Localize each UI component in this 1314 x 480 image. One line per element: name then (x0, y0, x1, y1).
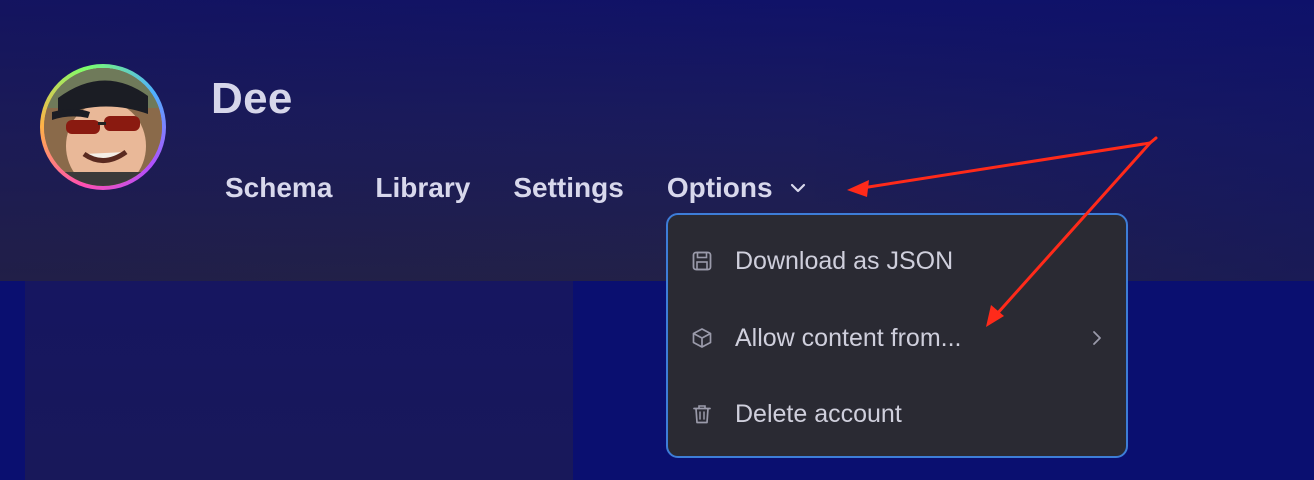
save-icon (692, 251, 712, 271)
menu-item-download-json[interactable]: Download as JSON (668, 241, 1126, 281)
menu-item-label: Download as JSON (735, 246, 954, 275)
page: Dee Schema Library Settings Options Down… (0, 0, 1314, 480)
chevron-right-icon (1093, 331, 1101, 345)
nav-tab-schema[interactable]: Schema (225, 172, 332, 204)
nav-tab-settings[interactable]: Settings (513, 172, 623, 204)
profile-nav: Schema Library Settings Options (225, 172, 809, 204)
avatar-photo (44, 68, 162, 186)
trash-icon (693, 405, 711, 424)
options-dropdown-menu: Download as JSON Allow content from... D… (666, 213, 1128, 458)
options-menu-button[interactable]: Options (667, 172, 809, 204)
menu-item-delete-account[interactable]: Delete account (668, 394, 1126, 434)
menu-item-label: Delete account (735, 399, 902, 428)
content-panel (25, 281, 573, 480)
profile-name: Dee (211, 74, 293, 123)
chevron-down-icon (790, 183, 805, 193)
avatar[interactable] (40, 64, 166, 190)
user-photo-icon (44, 68, 162, 186)
nav-tab-library[interactable]: Library (375, 172, 470, 204)
options-label: Options (666, 172, 773, 203)
menu-item-allow-content[interactable]: Allow content from... (668, 318, 1126, 358)
menu-item-label: Allow content from... (735, 323, 962, 352)
cube-icon (692, 328, 712, 348)
